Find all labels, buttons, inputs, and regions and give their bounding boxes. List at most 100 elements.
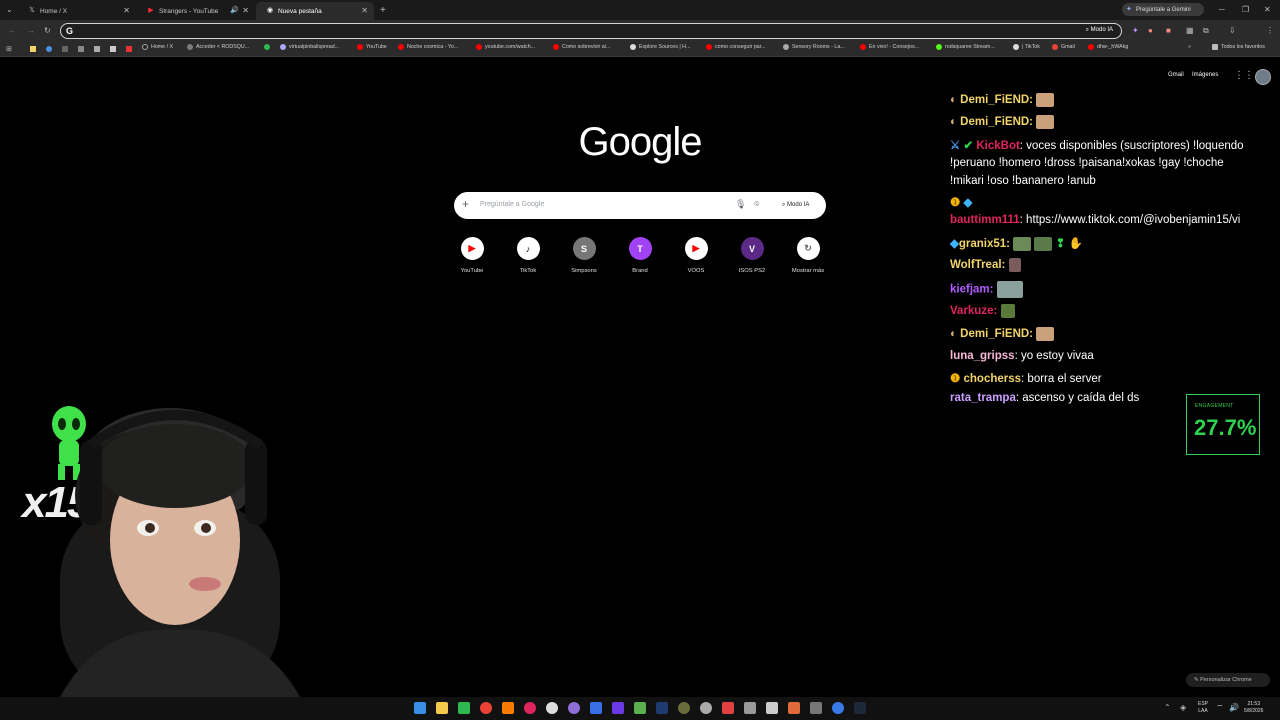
shortcut-isos-ps2[interactable]: V ISOS PS2 <box>727 237 777 274</box>
app-icon[interactable] <box>678 702 690 714</box>
bookmark-item[interactable]: En vivo! - Consejos... <box>860 44 919 50</box>
bookmark-item[interactable]: Sensory Rooms - La... <box>783 44 845 50</box>
tab-strangers-youtube[interactable]: ▶ Strangers - YouTube 🔊 ✕ <box>137 2 255 20</box>
bookmark-item[interactable]: Como sobrevivir al... <box>553 44 610 50</box>
vegas-icon[interactable] <box>590 702 602 714</box>
bookmark-item[interactable]: Home / X <box>142 44 173 50</box>
extensions-puzzle-icon[interactable]: ⧉ <box>1203 26 1209 36</box>
forward-icon[interactable]: → <box>27 26 35 35</box>
app-icon[interactable] <box>634 702 646 714</box>
bookmark-item[interactable]: dhw-_hWAkg <box>1088 44 1128 50</box>
bookmark-icon[interactable] <box>78 46 84 52</box>
steam-icon[interactable] <box>854 702 866 714</box>
chat-username: Varkuze: <box>950 305 998 318</box>
extension-icon[interactable]: ● <box>1148 26 1153 35</box>
tab-search-icon[interactable]: ⌄ <box>6 5 13 14</box>
all-bookmarks[interactable]: Todos los favoritos <box>1212 44 1265 50</box>
bookmark-item[interactable]: como conseguir par... <box>706 44 766 50</box>
reload-icon[interactable]: ↻ <box>44 26 51 35</box>
wifi-icon[interactable]: ⌔ <box>1216 703 1224 713</box>
shortcut-tiktok[interactable]: ♪ TikTok <box>503 237 553 274</box>
bookmark-item[interactable]: rodsquaree Stream... <box>936 44 995 50</box>
new-tab-button[interactable]: + <box>380 5 386 16</box>
shortcut-voos[interactable]: ▶ VOOS <box>671 237 721 274</box>
bookmark-icon[interactable] <box>62 46 68 52</box>
tab-home-x[interactable]: 𝕏 Home / X ✕ <box>18 2 136 20</box>
app-icon[interactable] <box>458 702 470 714</box>
bookmark-icon[interactable] <box>46 46 52 52</box>
shortcut-mostrar-mas[interactable]: ↻ Mostrar más <box>783 237 833 274</box>
bookmark-item[interactable]: virtualpinballspread... <box>280 44 339 50</box>
clock[interactable]: 21:53 5/8/2026 <box>1244 701 1263 715</box>
bookmark-item[interactable]: Explore Sources | H... <box>630 44 690 50</box>
back-icon[interactable]: ← <box>8 26 16 35</box>
menu-icon[interactable]: ⋮ <box>1266 26 1274 35</box>
app-icon[interactable] <box>722 702 734 714</box>
app-icon[interactable] <box>810 702 822 714</box>
bookmark-item[interactable]: Noche cosmica - Yo... <box>398 44 458 50</box>
app-icon[interactable] <box>744 702 756 714</box>
app-icon[interactable] <box>568 702 580 714</box>
customize-chrome-button[interactable]: ✎ Personalizar Chrome <box>1186 673 1270 687</box>
photoshop-icon[interactable] <box>656 702 668 714</box>
shortcut-brand[interactable]: T Brand <box>615 237 665 274</box>
chrome-icon[interactable] <box>480 702 492 714</box>
bookmark-item[interactable]: Gmail <box>1052 44 1075 50</box>
shortcut-youtube[interactable]: ▶ YouTube <box>447 237 497 274</box>
emote-icon <box>1034 236 1053 251</box>
language-indicator[interactable]: ESP LAA <box>1198 701 1208 715</box>
gmail-link[interactable]: Gmail <box>1168 72 1184 78</box>
close-window-button[interactable]: ✕ <box>1264 5 1271 14</box>
extension-icon[interactable]: ■ <box>1166 26 1171 35</box>
google-apps-icon[interactable]: ⋮⋮ <box>1234 70 1254 81</box>
tray-expand-icon[interactable]: ⌃ <box>1164 703 1171 712</box>
bookmarks-overflow-icon[interactable]: » <box>1188 44 1191 50</box>
lens-icon[interactable]: ⌾ <box>754 199 759 210</box>
search-app-icon[interactable] <box>502 702 514 714</box>
file-explorer-icon[interactable] <box>436 702 448 714</box>
close-icon[interactable]: ✕ <box>242 6 249 15</box>
shortcut-simpsons[interactable]: S Simpsons <box>559 237 609 274</box>
youtube-icon <box>357 44 363 50</box>
volume-icon[interactable]: 🔊 <box>1229 703 1239 712</box>
bookmark-item[interactable]: youtube.com/watch... <box>476 44 535 50</box>
bookmark-item[interactable]: Acceder < RODSQU... <box>187 44 249 50</box>
extension-icon[interactable]: ▦ <box>1186 26 1194 35</box>
gemini-button[interactable]: ✦ Pregúntale a Gemini <box>1122 3 1204 16</box>
windows-start-icon[interactable] <box>414 702 426 714</box>
shortcut-label: Mostrar más <box>791 268 825 274</box>
app-icon[interactable] <box>788 702 800 714</box>
app-icon[interactable] <box>524 702 536 714</box>
modo-ia-chip[interactable]: ⌕ Modo IA <box>1086 27 1113 34</box>
app-icon[interactable] <box>766 702 778 714</box>
images-link[interactable]: Imágenes <box>1192 72 1218 78</box>
tray-app-icon[interactable]: ◈ <box>1180 703 1186 712</box>
downloads-icon[interactable]: ⇩ <box>1229 26 1236 35</box>
bookmark-item[interactable]: | TikTok <box>1013 44 1040 50</box>
microphone-icon[interactable]: 🎙 <box>735 199 746 210</box>
app-icon[interactable] <box>612 702 624 714</box>
modo-ia-button[interactable]: ⌕ Modo IA <box>776 196 815 214</box>
close-icon[interactable]: ✕ <box>361 6 368 15</box>
close-icon[interactable]: ✕ <box>123 6 130 15</box>
speaker-icon[interactable]: 🔊 <box>230 6 239 14</box>
app-icon[interactable] <box>546 702 558 714</box>
tab-nueva-pestana[interactable]: ◉ Nueva pestaña ✕ <box>256 2 374 20</box>
bookmark-icon[interactable] <box>126 46 132 52</box>
app-icon[interactable] <box>832 702 844 714</box>
bookmark-icon[interactable] <box>30 46 36 52</box>
maximize-button[interactable]: ❐ <box>1242 5 1249 14</box>
minimize-button[interactable]: ─ <box>1219 5 1225 14</box>
bookmark-label: virtualpinballspread... <box>289 44 340 50</box>
bookmark-item[interactable]: YouTube <box>357 44 387 50</box>
omnibox[interactable]: G ⌕ Modo IA <box>60 23 1122 39</box>
apps-grid-icon[interactable]: ⊞ <box>6 45 12 53</box>
bookmark-icon[interactable] <box>94 46 100 52</box>
chat-message: ❶ ◆ <box>950 195 972 209</box>
extension-icon[interactable]: ✦ <box>1132 26 1139 35</box>
app-icon[interactable] <box>700 702 712 714</box>
bookmark-icon[interactable] <box>110 46 116 52</box>
bookmark-item[interactable] <box>264 44 273 50</box>
account-avatar[interactable] <box>1255 69 1271 85</box>
add-icon[interactable]: + <box>462 197 469 211</box>
